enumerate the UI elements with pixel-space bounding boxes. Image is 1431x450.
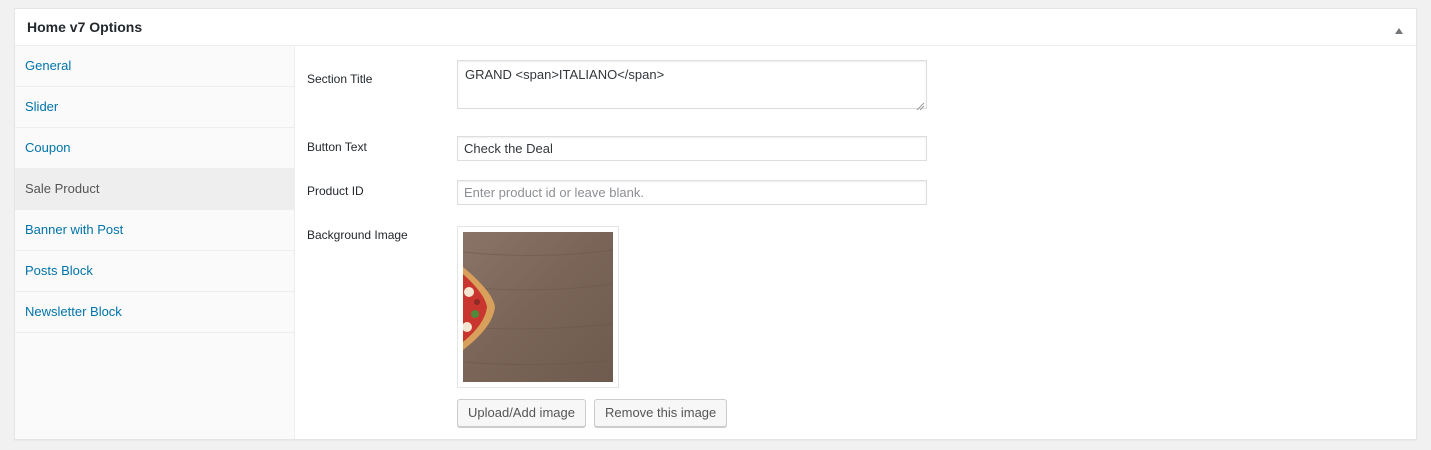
- background-image-label: Background Image: [307, 228, 408, 242]
- home-v7-options-metabox: Home v7 Options General Slider Coupon Sa…: [14, 8, 1417, 440]
- button-text-input[interactable]: [457, 136, 927, 161]
- tab-newsletter-block[interactable]: Newsletter Block: [15, 292, 294, 333]
- tab-sale-product[interactable]: Sale Product: [15, 169, 294, 210]
- tab-banner-with-post[interactable]: Banner with Post: [15, 210, 294, 251]
- metabox-title: Home v7 Options: [27, 19, 143, 35]
- metabox-header: Home v7 Options: [15, 9, 1416, 46]
- section-title-textarea[interactable]: GRAND <span>ITALIANO</span>: [457, 60, 927, 109]
- section-title-label: Section Title: [307, 72, 373, 86]
- resize-grip-icon[interactable]: [915, 98, 925, 111]
- product-id-input[interactable]: [457, 180, 927, 205]
- tab-coupon[interactable]: Coupon: [15, 128, 294, 169]
- background-image-thumbnail: [463, 232, 613, 382]
- product-id-label: Product ID: [307, 184, 364, 198]
- triangle-up-icon[interactable]: [1394, 23, 1404, 34]
- button-text-label: Button Text: [307, 140, 367, 154]
- options-panel: General Slider Coupon Sale Product Banne…: [15, 46, 1416, 439]
- background-image-preview: [457, 226, 619, 388]
- tab-posts-block[interactable]: Posts Block: [15, 251, 294, 292]
- upload-add-image-button[interactable]: Upload/Add image: [457, 399, 586, 427]
- tab-slider[interactable]: Slider: [15, 87, 294, 128]
- tab-general[interactable]: General: [15, 46, 294, 87]
- sale-product-form: Section Title GRAND <span>ITALIANO</span…: [295, 46, 1416, 439]
- remove-image-button[interactable]: Remove this image: [594, 399, 728, 427]
- options-tabs: General Slider Coupon Sale Product Banne…: [15, 46, 295, 439]
